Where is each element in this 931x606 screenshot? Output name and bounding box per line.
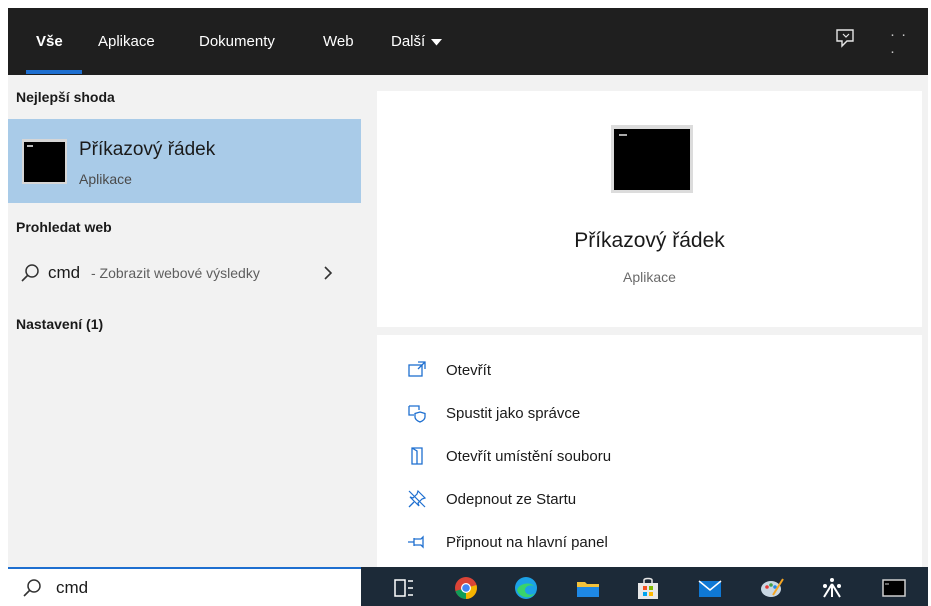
tab-all[interactable]: Vše [36,30,63,54]
app-preview: Příkazový řádek Aplikace [377,91,922,327]
preview-panel: Příkazový řádek Aplikace Otevřít Spustit… [377,91,922,575]
filter-tab-bar: Vše Aplikace Dokumenty Web Další · · · [8,8,928,75]
action-label: Otevřít [446,362,492,379]
task-view-icon[interactable] [391,575,417,601]
more-options-icon[interactable]: · · · [890,26,914,60]
search-web-heading: Prohledat web [16,219,112,235]
action-pin-taskbar[interactable]: Připnout na hlavní panel [407,527,887,557]
search-input[interactable]: cmd [56,578,88,598]
open-file-location-icon [411,447,423,465]
tab-apps[interactable]: Aplikace [98,30,155,54]
open-icon [408,361,426,377]
action-run-as-admin[interactable]: Spustit jako správce [407,398,887,428]
settings-heading[interactable]: Nastavení (1) [16,316,103,332]
preview-title: Příkazový řádek [574,229,725,252]
tab-more[interactable]: Další [391,30,443,54]
best-match-title: Příkazový řádek [79,139,216,160]
pin-taskbar-icon [408,535,424,549]
caret-down-icon [431,38,443,45]
action-label: Spustit jako správce [446,405,581,422]
file-explorer-icon[interactable] [575,575,601,601]
action-open-file-location[interactable]: Otevřít umístění souboru [407,441,887,471]
active-tab-indicator [26,70,82,74]
paint-icon[interactable] [759,575,785,601]
best-match-heading: Nejlepší shoda [16,89,115,105]
best-match-result[interactable]: Příkazový řádek Aplikace [8,119,361,203]
search-icon [21,264,39,282]
action-label: Otevřít umístění souboru [446,448,612,465]
taskbar [361,567,928,606]
action-label: Odepnout ze Startu [446,491,577,508]
web-result-row[interactable]: cmd - Zobrazit webové výsledky [8,253,361,293]
action-open[interactable]: Otevřít [407,355,887,385]
action-label: Připnout na hlavní panel [446,534,608,551]
command-prompt-large-icon [611,125,693,193]
search-window: Vše Aplikace Dokumenty Web Další · · · N… [8,8,928,606]
search-box[interactable]: cmd [8,567,361,606]
chrome-icon[interactable] [453,575,479,601]
feedback-icon[interactable] [834,28,856,50]
command-prompt-icon[interactable] [881,575,907,601]
chevron-right-icon[interactable] [322,265,334,281]
tab-more-label: Další [391,33,426,50]
edge-icon[interactable] [513,575,539,601]
run-as-admin-icon [408,405,426,423]
command-prompt-icon [22,139,67,184]
unpin-icon [408,489,427,508]
app-icon[interactable] [819,575,845,601]
best-match-subtitle: Aplikace [79,171,132,187]
mail-icon[interactable] [697,575,723,601]
preview-subtitle: Aplikace [623,269,676,285]
web-result-suffix: - Zobrazit webové výsledky [91,265,260,281]
action-unpin-start[interactable]: Odepnout ze Startu [407,484,887,514]
tab-documents[interactable]: Dokumenty [199,30,275,54]
store-icon[interactable] [635,575,661,601]
tab-web[interactable]: Web [323,30,354,54]
action-list: Otevřít Spustit jako správce Otevřít umí… [377,335,922,575]
search-icon [23,579,41,597]
web-query: cmd [48,263,81,282]
results-panel: Nejlepší shoda Příkazový řádek Aplikace … [8,75,361,575]
